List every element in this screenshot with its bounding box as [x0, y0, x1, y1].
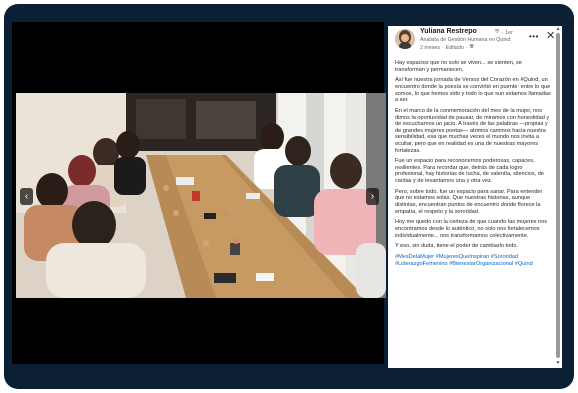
chevron-left-icon[interactable]: ‹: [20, 188, 33, 205]
globe-icon: 🌐︎: [469, 44, 474, 50]
author-headline: Analista de Gestión Humana en Quind: [420, 37, 511, 43]
post-paragraph: Y eso, sin duda, tiene el poder de cambi…: [395, 243, 519, 250]
post-photo[interactable]: [16, 93, 386, 298]
scrollbar[interactable]: ▲ ▼: [555, 26, 561, 368]
scroll-down-icon[interactable]: ▼: [555, 360, 561, 366]
chevron-right-icon[interactable]: ›: [366, 188, 379, 205]
avatar[interactable]: [395, 29, 415, 49]
post-paragraph: En el marco de la conmemoración del mes …: [395, 107, 550, 154]
edited-label: Editado: [445, 44, 464, 51]
close-icon[interactable]: ✕: [546, 31, 555, 42]
post-hashtags[interactable]: #MesDelaMujer #MujeresQueInspiran #Soror…: [395, 254, 552, 267]
post-paragraph: Hay espacios que no solo se viven... se …: [395, 60, 522, 73]
post-header: Yuliana Restrepo ⛨ · 1er Analista de Ges…: [388, 26, 562, 56]
post-meta: 2 meses · Editado · 🌐︎: [420, 44, 474, 51]
scroll-up-icon[interactable]: ▲: [555, 26, 561, 32]
scroll-thumb[interactable]: [556, 33, 560, 358]
post-paragraph: Pero, sobre todo, fue un espacio para sa…: [395, 188, 543, 215]
author-name[interactable]: Yuliana Restrepo: [420, 28, 477, 35]
post-text: Hay espacios que no solo se viven... se …: [395, 60, 552, 272]
post-paragraph: Hoy me quedo con la certeza de que cuand…: [395, 219, 548, 239]
post-panel: Yuliana Restrepo ⛨ · 1er Analista de Ges…: [388, 26, 562, 368]
post-time: 2 meses: [420, 44, 441, 51]
more-options-icon[interactable]: •••: [529, 32, 538, 41]
post-paragraph: Así fue nuestra jornada de Versos del Co…: [395, 77, 551, 104]
shield-icon: ⛨: [495, 29, 500, 35]
post-paragraph: Fue un espacio para reconocernos poderos…: [395, 158, 544, 185]
connection-degree: ⛨ · 1er: [495, 29, 513, 36]
